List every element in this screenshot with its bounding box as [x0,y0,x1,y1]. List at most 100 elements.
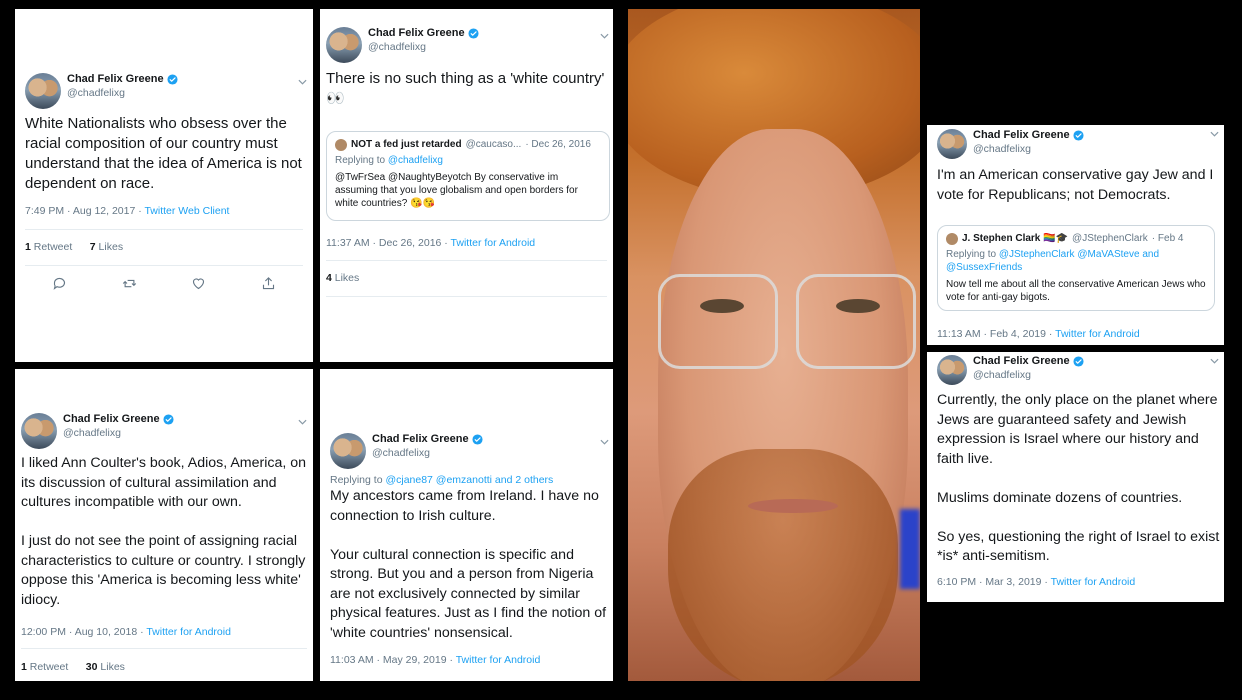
display-name[interactable]: Chad Felix Greene [372,433,469,445]
tweet-timestamp: 7:49 PM · Aug 12, 2017 · Twitter Web Cli… [25,205,229,217]
divider [326,296,607,297]
tweet-card-2[interactable]: Chad Felix Greene @chadfelixg There is n… [320,9,613,362]
tweet-timestamp: 11:03 AM · May 29, 2019 · Twitter for An… [330,654,540,666]
chevron-down-icon[interactable] [298,419,307,425]
tweet-text: White Nationalists who obsess over the r… [25,115,302,192]
display-name[interactable]: Chad Felix Greene [67,73,164,85]
photo-beard [668,449,898,681]
chevron-down-icon[interactable] [1210,131,1219,137]
divider [326,260,607,261]
tweet-source[interactable]: Twitter for Android [1055,328,1140,340]
avatar[interactable] [937,355,967,385]
tweet-timestamp: 6:10 PM · Mar 3, 2019 · Twitter for Andr… [937,576,1135,588]
quoted-name: J. Stephen Clark 🏳️‍🌈🎓 [962,233,1069,244]
verified-badge-icon [472,434,483,445]
tweet-time[interactable]: 11:13 AM · Feb 4, 2019 · [937,328,1055,340]
chevron-down-icon[interactable] [1210,358,1219,364]
tweet-stats: 4 Likes [326,272,359,284]
photo-glasses-left [658,274,778,369]
tweet-header: Chad Felix Greene @chadfelixg [25,73,178,109]
user-handle[interactable]: @chadfelixg [973,143,1084,155]
verified-badge-icon [167,74,178,85]
tweet-card-3[interactable]: Chad Felix Greene @chadfelixg I liked An… [15,369,313,681]
user-handle[interactable]: @chadfelixg [973,369,1084,381]
tweet-stats: 1 Retweet 30 Likes [21,661,125,673]
display-name[interactable]: Chad Felix Greene [368,27,465,39]
tweet-header: Chad Felix Greene @chadfelixg [937,129,1084,159]
quoted-handle: @JStephenClark [1072,233,1148,244]
chevron-down-icon[interactable] [600,33,609,39]
tweet-card-1[interactable]: Chad Felix Greene @chadfelixg White Nati… [15,9,313,362]
reply-icon[interactable] [52,276,67,291]
tweet-source[interactable]: Twitter for Android [451,237,536,249]
chevron-down-icon[interactable] [298,79,307,85]
quoted-text: @TwFrSea @NaughtyBeyotch By conservative… [335,172,578,209]
replying-to: Replying to @cjane87 @emzanotti and 2 ot… [330,474,554,486]
tweet-text: There is no such thing as a 'white count… [326,70,605,107]
display-name[interactable]: Chad Felix Greene [63,413,160,425]
tweet-text: I liked Ann Coulter's book, Adios, Ameri… [21,455,307,608]
quoted-date: · Dec 26, 2016 [525,139,591,150]
profile-photo [628,9,920,681]
user-handle[interactable]: @chadfelixg [63,427,174,439]
retweet-label[interactable]: Retweet [27,661,69,673]
like-label[interactable]: Likes [97,661,125,673]
tweet-time[interactable]: 11:37 AM · Dec 26, 2016 · [326,237,451,249]
user-handle[interactable]: @chadfelixg [67,87,178,99]
tweet-timestamp: 11:13 AM · Feb 4, 2019 · Twitter for And… [937,328,1140,340]
avatar[interactable] [25,73,61,109]
avatar[interactable] [330,433,366,469]
avatar[interactable] [937,129,967,159]
like-label[interactable]: Likes [96,241,124,253]
verified-badge-icon [163,414,174,425]
tweet-time[interactable]: 6:10 PM · Mar 3, 2019 · [937,576,1051,588]
quoted-tweet[interactable]: J. Stephen Clark 🏳️‍🌈🎓 @JStephenClark · Fe… [937,225,1215,311]
retweet-icon[interactable] [122,276,137,291]
like-count[interactable]: 30 [86,661,98,673]
verified-badge-icon [1073,356,1084,367]
tweet-timestamp: 11:37 AM · Dec 26, 2016 · Twitter for An… [326,237,535,249]
tweet-source[interactable]: Twitter Web Client [144,205,229,217]
quoted-handle: @caucaso... [465,139,522,150]
tweet-header: Chad Felix Greene @chadfelixg [21,413,174,449]
verified-badge-icon [468,28,479,39]
tweet-time[interactable]: 7:49 PM · Aug 12, 2017 · [25,205,144,217]
retweet-label[interactable]: Retweet [31,241,73,253]
tweet-time[interactable]: 12:00 PM · Aug 10, 2018 · [21,626,146,638]
user-handle[interactable]: @chadfelixg [372,447,483,459]
display-name[interactable]: Chad Felix Greene [973,355,1070,367]
quoted-replying-to: Replying to @chadfelixg [335,155,443,166]
photo-mouth [748,499,838,513]
tweet-card-4[interactable]: Chad Felix Greene @chadfelixg Replying t… [320,369,613,681]
divider [21,648,307,649]
avatar[interactable] [326,27,362,63]
share-icon[interactable] [261,276,276,291]
tweet-header: Chad Felix Greene @chadfelixg [330,433,483,469]
user-handle[interactable]: @chadfelixg [368,41,479,53]
tweet-timestamp: 12:00 PM · Aug 10, 2018 · Twitter for An… [21,626,231,638]
heart-icon[interactable] [191,276,206,291]
tweet-time[interactable]: 11:03 AM · May 29, 2019 · [330,654,456,666]
tweet-text: I'm an American conservative gay Jew and… [937,167,1214,203]
display-name[interactable]: Chad Felix Greene [973,129,1070,141]
tweet-source[interactable]: Twitter for Android [456,654,541,666]
tweet-text: Currently, the only place on the planet … [937,392,1220,564]
tweet-source[interactable]: Twitter for Android [146,626,231,638]
quoted-avatar [946,232,958,245]
tweet-card-6[interactable]: Chad Felix Greene @chadfelixg Currently,… [927,352,1224,602]
like-label[interactable]: Likes [332,272,360,284]
quoted-tweet[interactable]: NOT a fed just retarded @caucaso... · Dec … [326,131,610,221]
quoted-text: Now tell me about all the conservative A… [946,279,1206,303]
quoted-name: NOT a fed just retarded [351,139,462,150]
quoted-replying-to: Replying to @JStephenClark @MaVASteve an… [946,249,1160,273]
tweet-card-5[interactable]: Chad Felix Greene @chadfelixg I'm an Ame… [927,125,1224,345]
avatar[interactable] [21,413,57,449]
tweet-source[interactable]: Twitter for Android [1051,576,1136,588]
tweet-header: Chad Felix Greene @chadfelixg [326,27,479,63]
quoted-avatar [335,138,347,151]
tweet-text: My ancestors came from Ireland. I have n… [330,488,607,641]
photo-glasses-right [796,274,916,369]
chevron-down-icon[interactable] [600,439,609,445]
verified-badge-icon [1073,130,1084,141]
divider [25,265,303,266]
